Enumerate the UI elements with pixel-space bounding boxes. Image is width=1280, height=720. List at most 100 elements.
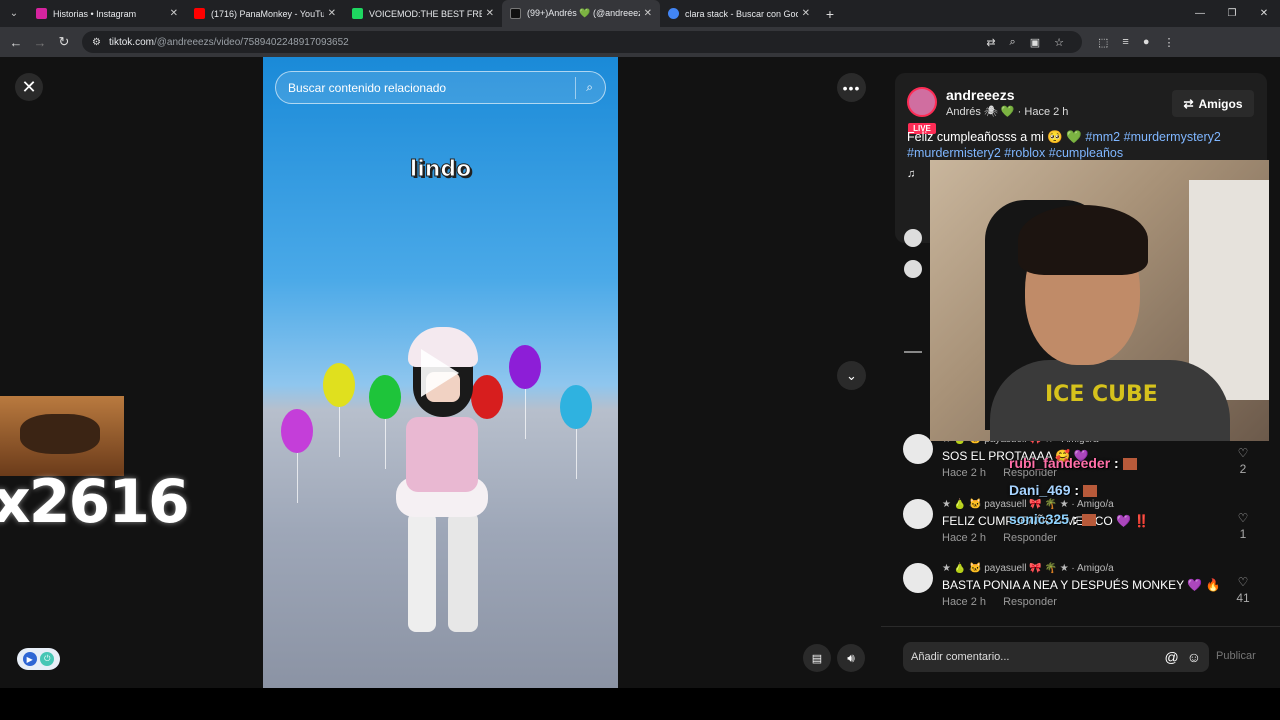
music-note-icon[interactable]: ♫ bbox=[907, 168, 915, 180]
comment-meta: Hace 2 h Responder bbox=[942, 532, 1071, 544]
close-video-button[interactable]: ✕ bbox=[15, 73, 43, 101]
hashtag[interactable]: #murdermistery2 bbox=[907, 146, 1001, 160]
voicemod-favicon-icon bbox=[352, 8, 363, 19]
tab-close-icon[interactable]: ✕ bbox=[644, 8, 652, 19]
extension-play-icon: ▶ bbox=[22, 652, 37, 666]
emoji-icon[interactable]: ☺ bbox=[1187, 649, 1201, 665]
comment-like-button[interactable]: ♡ 41 bbox=[1228, 575, 1258, 605]
balloon bbox=[281, 409, 313, 453]
browser-menu-icon[interactable]: ⋮ bbox=[1163, 36, 1174, 49]
chat-separator: : bbox=[1074, 482, 1080, 498]
friends-label: Amigos bbox=[1198, 96, 1243, 111]
balloon-string bbox=[525, 389, 526, 439]
comment-text: BASTA PONIA A NEA Y DESPUÉS MONKEY 💜 🔥 bbox=[942, 578, 1221, 592]
hashtag[interactable]: #murdermystery2 bbox=[1124, 130, 1221, 144]
install-icon[interactable]: ▣ bbox=[1030, 36, 1040, 49]
webcam-person-hair bbox=[1018, 205, 1148, 275]
tab-close-icon[interactable]: ✕ bbox=[486, 8, 494, 19]
heart-outline-icon: ♡ bbox=[1237, 575, 1249, 589]
balloon bbox=[560, 385, 592, 429]
comment-input[interactable]: Añadir comentario... @ ☺ bbox=[903, 642, 1209, 672]
media-controls-icon[interactable]: ≡ bbox=[1122, 36, 1128, 49]
tab-title: (1716) PanaMonkey - YouTube bbox=[211, 8, 324, 19]
hashtag[interactable]: #cumpleaños bbox=[1049, 146, 1123, 160]
heart-outline-icon: ♡ bbox=[1237, 446, 1249, 460]
heart-icon[interactable] bbox=[904, 260, 922, 278]
play-circle-icon[interactable] bbox=[904, 229, 922, 247]
friends-button[interactable]: ⇄ Amigos bbox=[1172, 90, 1254, 117]
restore-icon[interactable]: ❐ bbox=[1216, 0, 1248, 27]
webcam-shirt-text: ICE CUBE bbox=[1045, 382, 1158, 407]
commenter-name[interactable]: ★ 🍐 🐱 payasuell 🎀 🌴 ★ · Amigo/a bbox=[942, 563, 1114, 574]
webcam-shelf bbox=[1189, 180, 1269, 400]
translate-icon[interactable]: ⇄ bbox=[986, 36, 995, 49]
chat-emote-icon bbox=[1083, 485, 1098, 498]
commenter-avatar[interactable] bbox=[903, 499, 933, 529]
tab-title: clara stack - Buscar con Google bbox=[685, 8, 798, 19]
tab-close-icon[interactable]: ✕ bbox=[802, 8, 810, 19]
floating-player-button[interactable]: ▤ bbox=[803, 644, 831, 672]
extensions-icon[interactable]: ⬚ bbox=[1098, 36, 1108, 49]
tab-close-icon[interactable]: ✕ bbox=[170, 8, 178, 19]
avatar-leg bbox=[448, 512, 478, 632]
new-tab-icon[interactable]: + bbox=[818, 6, 842, 22]
related-search-input[interactable]: Buscar contenido relacionado ⌕ bbox=[275, 71, 606, 104]
comment-composer: Añadir comentario... @ ☺ Publicar bbox=[881, 626, 1280, 688]
balloon-string bbox=[297, 453, 298, 503]
tab-title: Historias • Instagram bbox=[53, 8, 137, 19]
bookmark-star-icon[interactable]: ☆ bbox=[1054, 36, 1064, 49]
reply-link[interactable]: Responder bbox=[1003, 596, 1057, 608]
chat-username: rubi_fandeeder bbox=[1009, 455, 1111, 471]
tab-close-icon[interactable]: ✕ bbox=[328, 8, 336, 19]
commenter-avatar[interactable] bbox=[903, 563, 933, 593]
commenter-avatar[interactable] bbox=[903, 434, 933, 464]
next-video-button[interactable]: ⌄ bbox=[837, 361, 866, 390]
search-icon[interactable]: ⌕ bbox=[586, 80, 593, 95]
tab-search-icon[interactable]: ⌄ bbox=[0, 0, 28, 27]
speaker-icon: 🔊︎ bbox=[847, 650, 855, 665]
stream-chat-line: rubi_fandeeder : bbox=[1009, 455, 1137, 471]
like-count: 1 bbox=[1239, 527, 1247, 541]
post-description: Feliz cumpleañosss a mi 🥺 💚 #mm2 #murder… bbox=[907, 129, 1257, 161]
balloon bbox=[509, 345, 541, 389]
tab-google[interactable]: clara stack - Buscar con Google ✕ bbox=[660, 0, 818, 27]
mention-icon[interactable]: @ bbox=[1164, 649, 1178, 665]
floating-player-icon: ▤ bbox=[811, 652, 823, 665]
more-dots-icon: ••• bbox=[842, 79, 861, 96]
publish-button[interactable]: Publicar bbox=[1216, 650, 1256, 662]
tab-youtube[interactable]: (1716) PanaMonkey - YouTube ✕ bbox=[186, 0, 344, 27]
minimize-icon[interactable]: — bbox=[1184, 0, 1216, 27]
zoom-icon[interactable]: ⌕ bbox=[1010, 36, 1016, 49]
more-options-button[interactable]: ••• bbox=[837, 73, 866, 102]
window-close-icon[interactable]: ✕ bbox=[1248, 0, 1280, 27]
back-icon[interactable]: ← bbox=[4, 35, 28, 50]
url-field[interactable]: ⚙ tiktok.com/@andreeezs/video/7589402248… bbox=[82, 31, 1082, 53]
tab-underline bbox=[904, 351, 922, 353]
reply-link[interactable]: Responder bbox=[1003, 532, 1057, 544]
comment-like-button[interactable]: ♡ 1 bbox=[1228, 511, 1258, 541]
site-info-icon[interactable]: ⚙ bbox=[92, 37, 101, 48]
stream-overlay-face-image bbox=[0, 396, 124, 476]
video-player[interactable]: Buscar contenido relacionado ⌕ lindo bbox=[263, 57, 618, 688]
profile-avatar-icon[interactable]: ● bbox=[1143, 36, 1150, 49]
hashtag[interactable]: #roblox bbox=[1004, 146, 1045, 160]
browser-tab-bar: ⌄ Historias • Instagram ✕ (1716) PanaMon… bbox=[0, 0, 1280, 27]
reload-icon[interactable]: ↻ bbox=[52, 34, 76, 50]
author-username[interactable]: andreeezs bbox=[946, 87, 1014, 103]
commenter-name[interactable]: ★ 🍐 🐱 payasuell 🎀 🌴 ★ · Amigo/a bbox=[942, 499, 1114, 510]
stream-overlay-counter: x2616 bbox=[0, 467, 190, 537]
author-avatar[interactable] bbox=[907, 87, 937, 117]
stream-chat-line: sonic325 : bbox=[1009, 511, 1096, 527]
chevron-down-icon: ⌄ bbox=[846, 367, 857, 383]
tab-instagram[interactable]: Historias • Instagram ✕ bbox=[28, 0, 186, 27]
hashtag[interactable]: #mm2 bbox=[1085, 130, 1120, 144]
tab-voicemod[interactable]: VOICEMOD:THE BEST FREE AI V ✕ bbox=[344, 0, 502, 27]
avatar-body bbox=[406, 417, 478, 492]
tiktok-video-page: ✕ Buscar contenido relacionado ⌕ lindo •… bbox=[0, 57, 1280, 688]
comment-like-button[interactable]: ♡ 2 bbox=[1228, 446, 1258, 476]
volume-button[interactable]: 🔊︎ bbox=[837, 644, 865, 672]
extension-badge[interactable]: ▶ ⏻ bbox=[17, 648, 60, 670]
forward-icon[interactable]: → bbox=[28, 35, 52, 50]
tab-tiktok[interactable]: (99+)Andrés 💚 (@andreeez ✕ bbox=[502, 0, 660, 27]
play-icon[interactable] bbox=[421, 349, 459, 397]
